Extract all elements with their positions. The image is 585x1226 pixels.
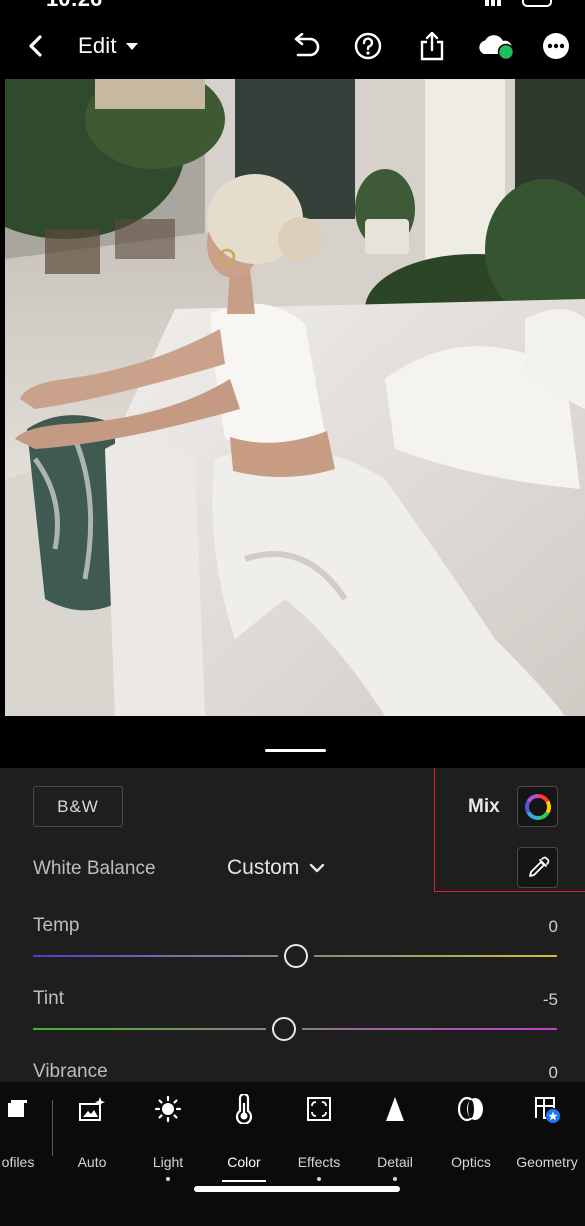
share-button[interactable] [419, 12, 445, 79]
tab-profiles-label: ofiles [1, 1154, 35, 1170]
help-icon [354, 32, 382, 59]
effects-icon [291, 1094, 347, 1124]
white-balance-label: White Balance [33, 858, 156, 879]
color-wheel-icon [524, 793, 551, 820]
vibrance-value: 0 [548, 1063, 558, 1082]
status-indicators [485, 0, 555, 12]
edited-photo [5, 79, 585, 716]
tab-detail[interactable]: Detail [367, 1082, 423, 1192]
help-button[interactable] [354, 12, 382, 79]
drag-handle[interactable] [265, 749, 326, 752]
temp-slider-thumb[interactable] [284, 944, 308, 968]
tab-color-label: Color [227, 1154, 261, 1170]
color-mix-button[interactable] [517, 786, 558, 827]
undo-icon [294, 32, 320, 56]
color-panel: B&W Mix White Balance Custom Temp 0 Tint [0, 768, 585, 1082]
tab-effects-dot [317, 1177, 321, 1181]
photo-canvas[interactable] [0, 79, 585, 716]
tab-divider [52, 1100, 53, 1156]
tab-auto[interactable]: Auto [64, 1082, 120, 1192]
tab-geometry[interactable]: Geometry [511, 1082, 583, 1192]
chevron-down-icon [310, 863, 325, 873]
light-icon [140, 1094, 196, 1124]
tab-effects[interactable]: Effects [291, 1082, 347, 1192]
edit-title: Edit [78, 32, 117, 58]
tint-track-right [302, 1028, 557, 1030]
undo-button[interactable] [290, 12, 322, 79]
cloud-sync-icon [479, 34, 515, 60]
back-button[interactable] [26, 12, 44, 79]
tint-value: -5 [542, 990, 558, 1009]
vibrance-label: Vibrance [33, 1061, 108, 1082]
temp-track-left [33, 955, 278, 957]
caret-down-icon [125, 42, 138, 50]
cloud-sync-button[interactable] [476, 12, 516, 79]
tab-optics[interactable]: Optics [443, 1082, 499, 1192]
panel-drag-strip[interactable] [0, 716, 585, 768]
white-balance-picker-button[interactable] [517, 847, 558, 888]
eyedropper-icon [528, 856, 549, 877]
color-icon [216, 1094, 272, 1124]
home-indicator[interactable] [194, 1186, 400, 1192]
white-balance-dropdown[interactable]: Custom [227, 856, 325, 880]
tint-slider[interactable] [33, 1017, 557, 1041]
more-options-icon [543, 32, 569, 59]
optics-icon [443, 1094, 499, 1124]
mix-label: Mix [468, 796, 500, 817]
status-bar: 10:26 [0, 0, 585, 12]
tint-track-left [33, 1028, 266, 1030]
tint-slider-thumb[interactable] [272, 1017, 296, 1041]
tab-color-active-indicator [222, 1180, 266, 1182]
tab-geometry-label: Geometry [516, 1154, 578, 1170]
top-toolbar: Edit [0, 12, 585, 79]
temp-track-right [314, 955, 557, 957]
tab-color[interactable]: Color [216, 1082, 272, 1192]
share-icon [420, 31, 444, 60]
tab-light[interactable]: Light [140, 1082, 196, 1192]
temp-value: 0 [548, 917, 558, 936]
tab-light-label: Light [152, 1154, 184, 1170]
tab-profiles[interactable]: ofiles [0, 1082, 46, 1192]
tab-effects-label: Effects [297, 1154, 341, 1170]
tab-auto-label: Auto [77, 1154, 107, 1170]
edit-tools-tabbar: ofiles Auto Light Color Effects Detail O… [0, 1082, 585, 1226]
tab-detail-dot [393, 1177, 397, 1181]
tint-label: Tint [33, 988, 64, 1009]
edit-mode-dropdown[interactable]: Edit [78, 12, 140, 79]
annotation-highlight-box [434, 768, 585, 892]
status-time: 10:26 [46, 0, 102, 12]
white-balance-value: Custom [227, 856, 300, 879]
detail-icon [367, 1094, 423, 1124]
back-chevron-icon [29, 34, 42, 57]
tab-detail-label: Detail [377, 1154, 413, 1170]
bw-button[interactable]: B&W [33, 786, 123, 827]
temp-slider[interactable] [33, 944, 557, 968]
auto-icon [64, 1094, 120, 1124]
profiles-icon [0, 1094, 46, 1124]
tab-optics-label: Optics [451, 1154, 491, 1170]
tab-light-dot [166, 1177, 170, 1181]
geometry-icon [511, 1094, 583, 1124]
more-options-button[interactable] [542, 12, 570, 79]
temp-label: Temp [33, 915, 80, 936]
